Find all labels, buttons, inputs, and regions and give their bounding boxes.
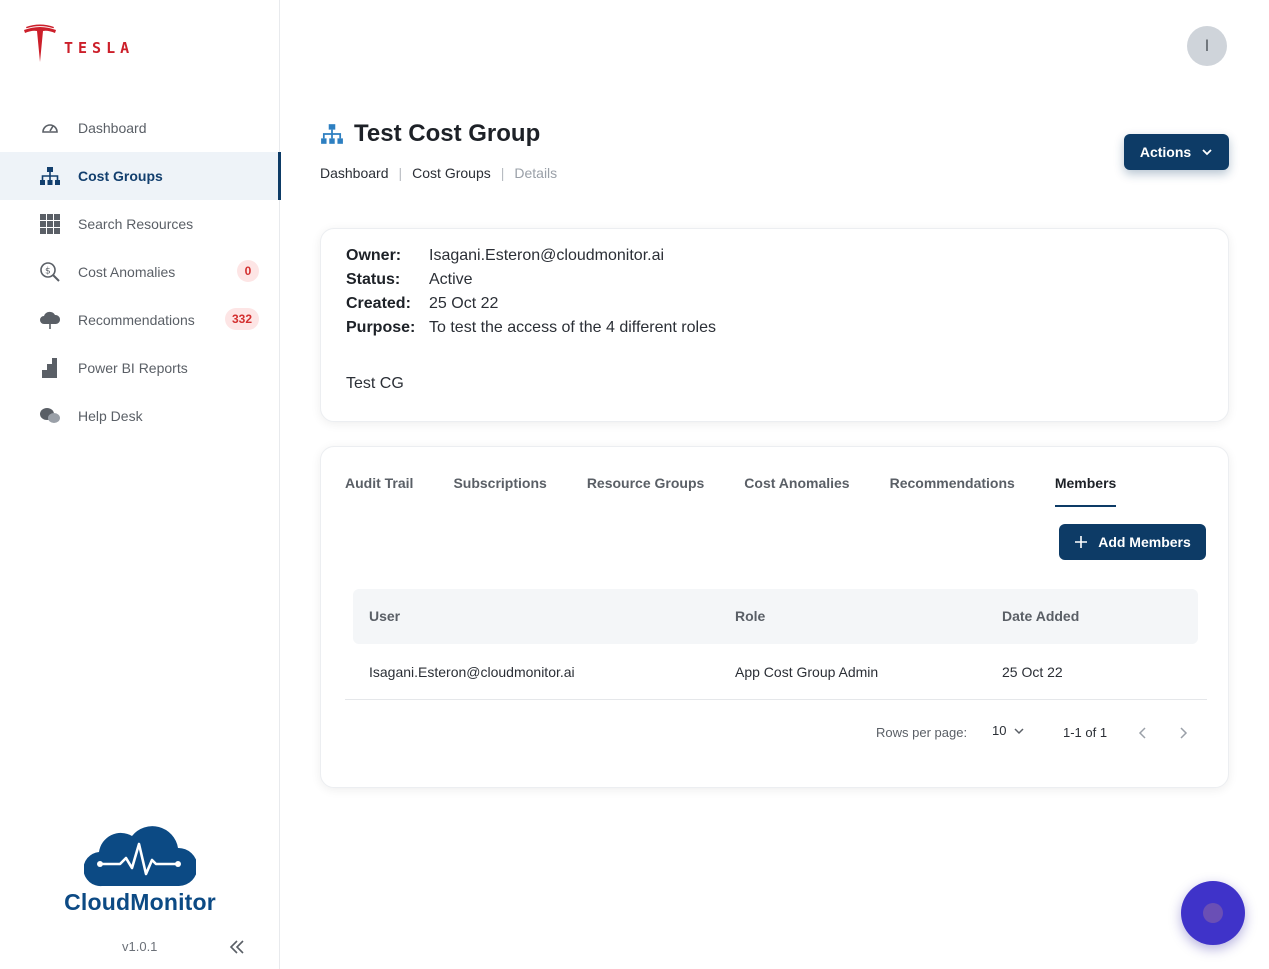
sidebar-item-search-resources[interactable]: Search Resources (0, 200, 280, 248)
chat-icon (1203, 903, 1223, 923)
member-date-added: 25 Oct 22 (1002, 664, 1063, 680)
sidebar-item-label: Cost Anomalies (78, 264, 176, 280)
cloud-pulse-icon (83, 826, 198, 887)
sidebar-item-power-bi-reports[interactable]: Power BI Reports (0, 344, 280, 392)
actions-button[interactable]: Actions (1124, 134, 1229, 170)
breadcrumb-details: Details (514, 165, 558, 181)
page-header: Test Cost Group (320, 120, 540, 148)
chat-bubbles-icon (39, 405, 61, 427)
double-chevron-left-icon (229, 940, 244, 954)
purpose-label: Purpose: (346, 319, 416, 336)
pagination-range: 1-1 of 1 (1063, 725, 1108, 740)
add-members-button[interactable]: Add Members (1059, 524, 1206, 560)
sidebar-item-cost-groups[interactable]: Cost Groups (0, 152, 281, 200)
tesla-logo[interactable]: TESLA (22, 24, 134, 64)
chevron-right-icon (1180, 727, 1188, 739)
app-version: v1.0.1 (122, 939, 158, 954)
pagination: Rows per page: 10 1-1 of 1 (321, 723, 1230, 743)
tab-cost-anomalies[interactable]: Cost Anomalies (744, 475, 849, 505)
owner-value: Isagani.Esteron@cloudmonitor.ai (429, 247, 665, 264)
sidebar-item-label: Recommendations (78, 312, 195, 328)
bar-chart-icon (39, 357, 61, 379)
status-row: Status: Active (346, 271, 473, 289)
recommendations-count-badge: 332 (224, 308, 259, 330)
chevron-down-icon (1202, 149, 1212, 156)
breadcrumb-separator: | (500, 165, 505, 181)
tab-members[interactable]: Members (1054, 475, 1117, 507)
tabs-card: Audit Trail Subscriptions Resource Group… (320, 446, 1229, 788)
plus-icon (1075, 536, 1088, 548)
purpose-row: Purpose: To test the access of the 4 dif… (346, 319, 716, 337)
tesla-wordmark: TESLA (64, 39, 135, 57)
user-avatar[interactable]: I (1187, 26, 1227, 66)
cloud-icon (39, 309, 61, 331)
sidebar-item-label: Help Desk (78, 408, 143, 424)
tab-recommendations[interactable]: Recommendations (890, 475, 1015, 505)
column-header-role[interactable]: Role (735, 608, 765, 624)
members-table-header: User Role Date Added (353, 589, 1198, 644)
member-role: App Cost Group Admin (735, 664, 879, 680)
status-value: Active (429, 271, 473, 288)
created-label: Created: (346, 295, 411, 312)
add-members-label: Add Members (1098, 534, 1191, 550)
rows-per-page-value: 10 (992, 723, 1007, 738)
created-value: 25 Oct 22 (429, 295, 499, 312)
cost-group-details-card: Owner: Isagani.Esteron@cloudmonitor.ai S… (320, 228, 1229, 422)
collapse-sidebar-button[interactable] (226, 936, 248, 958)
breadcrumb-dashboard[interactable]: Dashboard (320, 165, 389, 181)
owner-row: Owner: Isagani.Esteron@cloudmonitor.ai (346, 247, 664, 265)
breadcrumb-cost-groups[interactable]: Cost Groups (412, 165, 491, 181)
table-row[interactable]: Isagani.Esteron@cloudmonitor.ai App Cost… (345, 647, 1207, 700)
tab-resource-groups[interactable]: Resource Groups (587, 475, 704, 505)
tesla-t-icon (24, 24, 56, 62)
rows-per-page-label: Rows per page: (876, 725, 968, 740)
description-text: Test CG (346, 375, 404, 392)
member-user: Isagani.Esteron@cloudmonitor.ai (369, 664, 575, 680)
tab-bar: Audit Trail Subscriptions Resource Group… (345, 475, 1117, 507)
breadcrumb-separator: | (398, 165, 403, 181)
product-name: CloudMonitor (64, 889, 216, 915)
dollar-search-icon: $ (39, 261, 61, 283)
purpose-value: To test the access of the 4 different ro… (429, 319, 716, 336)
rows-per-page-select[interactable]: 10 (992, 723, 1024, 738)
chat-launcher-button[interactable] (1181, 881, 1245, 945)
sidebar-item-label: Power BI Reports (78, 360, 188, 376)
actions-button-label: Actions (1139, 144, 1192, 160)
sidebar-item-recommendations[interactable]: Recommendations 332 (0, 296, 280, 344)
page-title: Test Cost Group (354, 120, 541, 147)
sidebar-item-dashboard[interactable]: Dashboard (0, 104, 280, 152)
sidebar-nav: Dashboard Cost Groups Search Resources $… (0, 104, 281, 440)
chevron-left-icon (1138, 727, 1146, 739)
sidebar-item-cost-anomalies[interactable]: $ Cost Anomalies 0 (0, 248, 280, 296)
chevron-down-icon (1014, 727, 1024, 734)
previous-page-button[interactable] (1133, 723, 1153, 743)
cloudmonitor-logo: CloudMonitor (60, 818, 220, 916)
anomalies-count-badge: 0 (237, 260, 259, 282)
hierarchy-icon (39, 165, 61, 187)
breadcrumb: Dashboard | Cost Groups | Details (320, 165, 557, 181)
status-label: Status: (346, 271, 401, 288)
column-header-user[interactable]: User (369, 608, 400, 624)
tab-audit-trail[interactable]: Audit Trail (345, 475, 413, 505)
sidebar-item-label: Cost Groups (78, 168, 163, 184)
sidebar-item-label: Search Resources (78, 216, 194, 232)
sidebar-item-label: Dashboard (78, 120, 147, 136)
grid-icon (39, 213, 61, 235)
hierarchy-icon (321, 124, 343, 144)
tab-subscriptions[interactable]: Subscriptions (453, 475, 546, 505)
owner-label: Owner: (346, 247, 402, 264)
column-header-date-added[interactable]: Date Added (1002, 608, 1079, 624)
sidebar-item-help-desk[interactable]: Help Desk (0, 392, 280, 440)
next-page-button[interactable] (1173, 723, 1193, 743)
svg-text:$: $ (45, 267, 51, 277)
sidebar: TESLA Dashboard Cost Groups Search Resou… (0, 0, 281, 969)
speedometer-icon (39, 117, 61, 139)
created-row: Created: 25 Oct 22 (346, 295, 498, 313)
